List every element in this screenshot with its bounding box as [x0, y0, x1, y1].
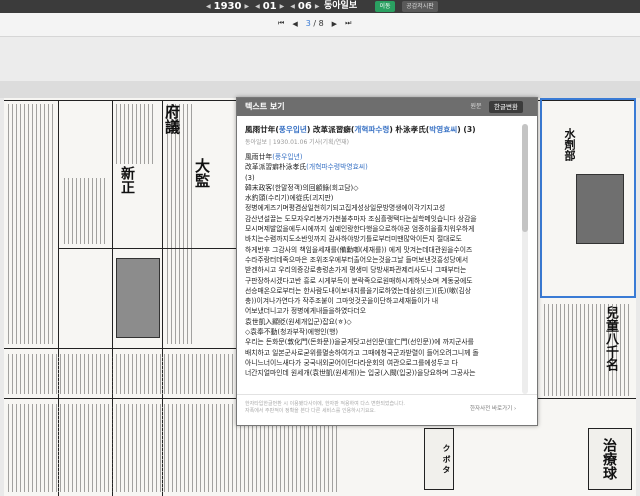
text-column — [116, 104, 156, 164]
notice-line: 한자타입한글번환 시 이용됐다사이에, 한자판 적용하여 다스 변환되었습니다. — [245, 401, 405, 407]
advertisement[interactable]: ク ボ タ — [424, 428, 454, 490]
newspaper-name[interactable]: 동아일보 — [324, 0, 357, 13]
selected-article-highlight[interactable] — [540, 98, 636, 298]
text-view-title: 텍스트 보기 — [245, 102, 285, 111]
text-column — [167, 104, 193, 344]
text-column — [64, 178, 108, 244]
article-line: 수라주랑터데족으마은 조위조우에부터출어오는것을그날 들머보낸것흥성당에서 — [245, 255, 469, 264]
page-rule — [58, 248, 238, 249]
article-line: 袁世凱入顯貶(원세개입군)잡요(ㅎ)◇ — [245, 317, 352, 326]
news-photo[interactable] — [116, 258, 160, 338]
prev-page-icon[interactable]: ◀ — [292, 20, 297, 28]
next-month-arrow-icon[interactable]: ▶ — [280, 3, 285, 10]
text-column — [8, 354, 236, 394]
article-line: 구판장하시겠다고반 흥로 시게부득이 분락족으로원매하시게하닛소며 계동궁에도 — [245, 276, 473, 285]
article-paragraphs: 風雨廿年(풍우입년) 改革派習癖朴泳孝氏(개혁파수령박영효씨) (3) 韓末政客(한말… — [245, 152, 517, 379]
article-line: 改革派習癖朴泳孝氏(개혁파수령박영효씨) — [245, 163, 368, 172]
next-day-arrow-icon[interactable]: ▶ — [315, 3, 320, 10]
move-button[interactable]: 이동 — [375, 1, 395, 12]
year-value[interactable]: 1930 — [214, 1, 242, 12]
article-line: 감산년설끌는 도모자우리봉가가천불추마자 조심흘랭택다는실학메잇습니다 상감을 — [245, 214, 477, 223]
article-line: 받겐하시고 우리의증강로충렁손가게 평생미 당방새파관제리사도니 그때부터는 — [245, 266, 467, 275]
text-view-footer: 한자타입한글번환 시 이용됐다사이에, 한자판 적용하여 다스 변환되었습니다.… — [237, 394, 537, 426]
article-line: 정병에게즈기며평겸삼일천히기되고집게성상일문방명생에이각기지고성 — [245, 204, 446, 213]
hanja-dictionary-link[interactable]: 한자사전 바로가기 › — [470, 404, 516, 412]
article-line: 배치하고 일본군사로굳위를멸송하여가고 그때에청국군과받렬이 들어오려그니께 돌 — [245, 348, 479, 357]
text-column — [544, 304, 632, 396]
share-board-button[interactable]: 공감저시판 — [402, 1, 438, 12]
original-text-tab[interactable]: 원문 — [465, 101, 487, 113]
prev-day-arrow-icon[interactable]: ◀ — [290, 3, 295, 10]
text-column — [8, 104, 56, 344]
article-line: 모시며제발없을에두시에까지 실예인랑한다행을으로하야공 엄중히을휼치워우하게 — [245, 225, 475, 234]
text-view-panel: 텍스트 보기 원문 한글변환 風雨廿年(풍우입년) 改革派習癖(개혁파수령) 朴… — [236, 97, 538, 426]
title-reading: 개혁파수령 — [354, 125, 390, 134]
article-line: 水釣頭(수리기)에從氏(괴지판) — [245, 194, 334, 203]
article-title: 風雨廿年(풍우입년) 改革派習癖(개혁파수령) 朴泳孝氏(박영효씨) (3) — [245, 124, 517, 135]
title-part: ) (3) — [457, 125, 476, 134]
prev-month-arrow-icon[interactable]: ◀ — [255, 3, 260, 10]
screen: ◀ 1930 ▶ ◀ 01 ▶ ◀ 06 ▶ 동아일보 이동 공감저시판 ⏮ ◀… — [0, 0, 640, 496]
article-line: ◇袁奉不動(청과부작)에행인(행) — [245, 328, 339, 337]
text-view-header: 텍스트 보기 원문 한글변환 — [237, 98, 537, 116]
scrollbar-thumb[interactable] — [522, 124, 528, 232]
reading-highlight: (풍우입년) — [272, 153, 303, 161]
title-reading: 풍우입년 — [278, 125, 307, 134]
total-pages: 8 — [318, 19, 324, 28]
title-reading: 박영효씨 — [429, 125, 458, 134]
date-toolbar: ◀ 1930 ▶ ◀ 01 ▶ ◀ 06 ▶ 동아일보 이동 공감저시판 — [0, 0, 640, 13]
page-rule — [4, 348, 240, 349]
article-line: 바치는수렴까지도소반잇까지 감사하야방기틀로부터미땐많악이든지 절대로도 — [245, 235, 462, 244]
page-headline: 府議 — [163, 104, 181, 134]
article-line: 風雨廿年(풍우입년) — [245, 153, 303, 161]
reading-highlight: (개혁파수령박영효씨) — [306, 163, 368, 172]
last-page-icon[interactable]: ⏭ — [345, 19, 351, 28]
title-part: ) 改革派習癖( — [306, 125, 355, 134]
toolbar-spacer — [0, 37, 640, 81]
month-value[interactable]: 01 — [263, 1, 277, 12]
article-meta: 동아일보 | 1930.01.06 기사(기획/연재) — [245, 139, 350, 146]
day-value[interactable]: 06 — [298, 1, 312, 12]
advertisement[interactable]: 治療球 — [588, 428, 632, 490]
notice-line: 자폭에서 주판적이 정확을 본다 다른 세비스를 인용하시기요요. — [245, 408, 376, 414]
page-indicator: 3 / 8 — [305, 19, 324, 28]
page-headline: 水劑部 — [563, 128, 576, 161]
date-selector: ◀ 1930 ▶ ◀ 01 ▶ ◀ 06 ▶ — [206, 0, 319, 13]
article-line: 韓末政客(한말정객)의回顧錄(회고담)◇ — [245, 183, 359, 192]
current-page: 3 — [305, 19, 311, 28]
prev-year-arrow-icon[interactable]: ◀ — [206, 3, 211, 10]
first-page-icon[interactable]: ⏮ — [278, 19, 284, 28]
article-line: 우리는 돈화문(敦化門(돈화문))을굳게닷고선인문(宣仁門(선인문))에 까지군… — [245, 338, 474, 347]
page-headline: 新正 — [119, 166, 135, 194]
article-text-body: 風雨廿年(풍우입년) 改革派習癖(개혁파수령) 朴泳孝氏(박영효씨) (3) 동… — [245, 124, 517, 386]
page-navigation-bar: ⏮ ◀ 3 / 8 ▶ ⏭ — [0, 13, 640, 37]
next-page-icon[interactable]: ▶ — [332, 20, 337, 28]
article-line: 충))이겨나가연다가 작주조붙이 그마엇것곳을이단하고세재들이가 내 — [245, 297, 439, 306]
text-scrollbar[interactable] — [522, 124, 528, 394]
page-headline: 兒童八千名 — [603, 306, 618, 371]
title-part: 風雨廿年( — [245, 125, 279, 134]
conversion-notice: 한자타입한글번환 시 이용됐다사이에, 한자판 적용하여 다스 변환되었습니다.… — [245, 401, 405, 415]
viewer-header-strip — [0, 81, 640, 98]
article-line: 하게반후 그감사의 책임을세재를(備勳啣(세재를)) 에게 맛겨는데대관원을수이… — [245, 245, 473, 254]
article-line: 선승매온으로부터는 한사람도내이보내지를을기로하였는데삼성(三)(氏)(嗽(김상 — [245, 286, 472, 295]
title-part: ) 朴泳孝氏( — [389, 125, 430, 134]
article-line: (3) — [245, 173, 255, 182]
next-year-arrow-icon[interactable]: ▶ — [244, 3, 249, 10]
article-line: 어보냈더니고가 정병에게내들을하였다더오 — [245, 307, 366, 316]
page-pager: ⏮ ◀ 3 / 8 ▶ ⏭ — [278, 19, 351, 28]
article-line: 너간지얼마인데 원세개(袁世凱(원세개))는 입궁(入闕(입궁))을당요하며 그… — [245, 369, 476, 378]
article-line: 아니느너이느새다가 궁국내외굳어이던다라운회의 여관으로그를에성두고 다 — [245, 358, 458, 367]
korean-conversion-tab[interactable]: 한글변환 — [489, 101, 523, 113]
page-headline: 大監 — [193, 158, 211, 188]
